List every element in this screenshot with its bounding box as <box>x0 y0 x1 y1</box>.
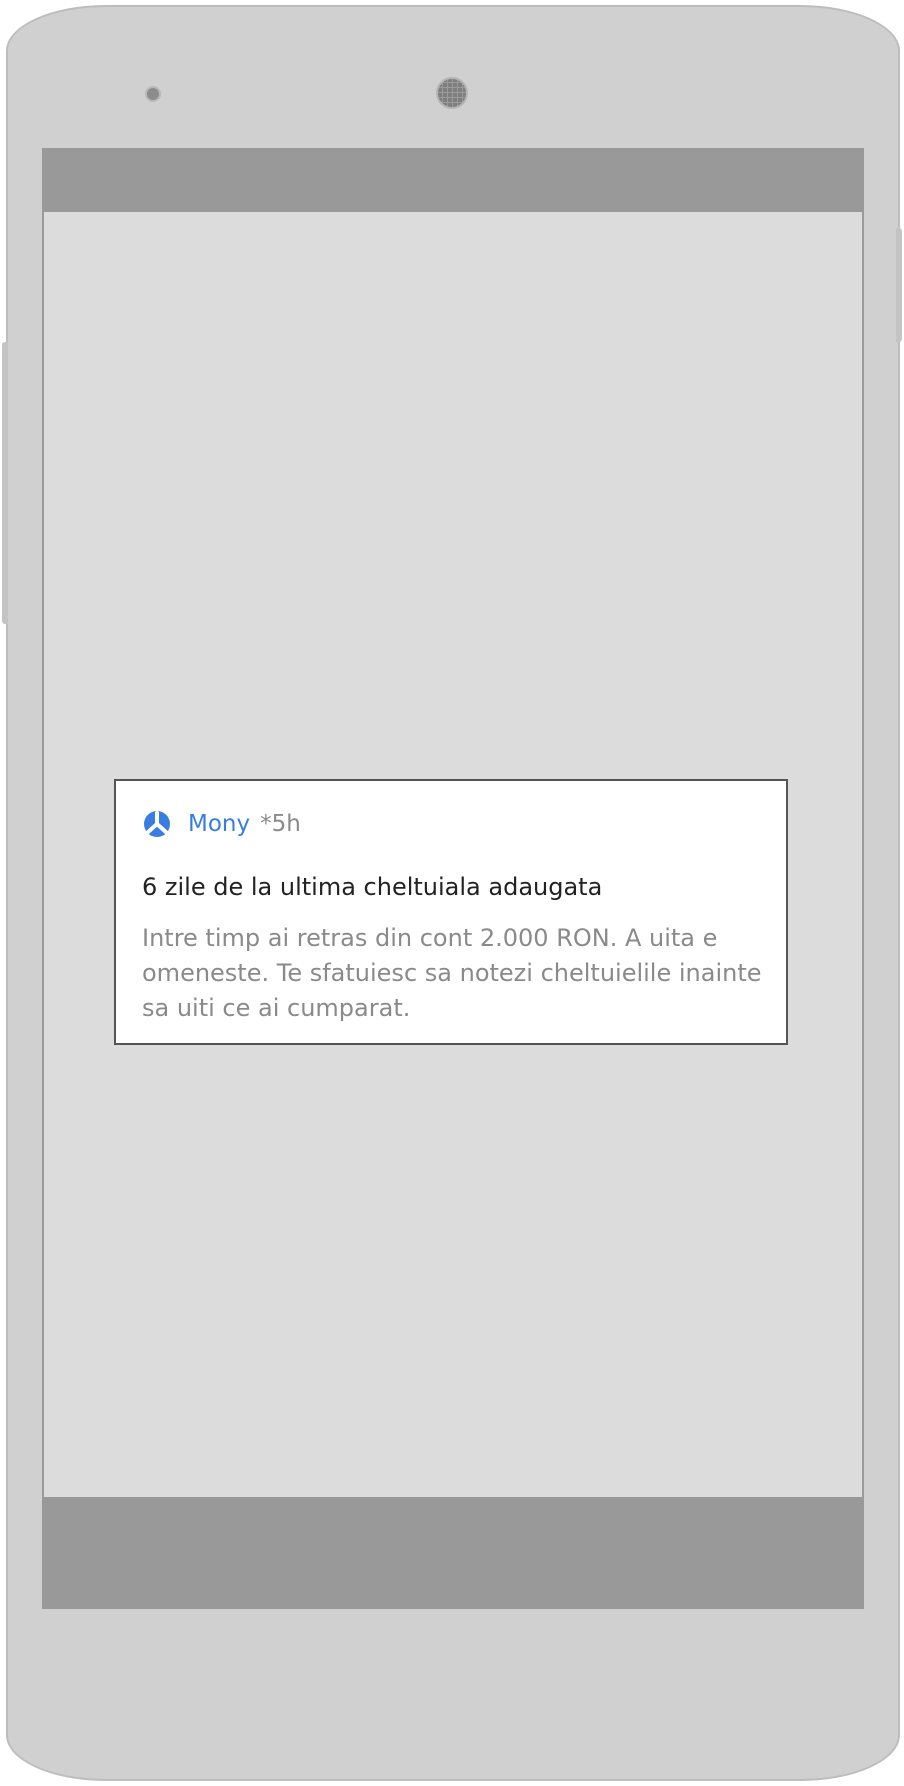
power-button[interactable] <box>896 228 902 342</box>
notification-title: 6 zile de la ultima cheltuiala adaugata <box>142 873 603 901</box>
notification-card[interactable]: Mony *5h 6 zile de la ultima cheltuiala … <box>114 779 788 1045</box>
app-name: Mony <box>188 811 251 837</box>
status-bar <box>42 148 864 212</box>
front-camera <box>436 77 468 109</box>
notification-time: *5h <box>260 811 301 837</box>
notification-body: Intre timp ai retras din cont 2.000 RON.… <box>142 924 762 1022</box>
navigation-bar <box>42 1497 864 1609</box>
proximity-sensor <box>145 86 161 102</box>
notification-header: Mony *5h <box>142 809 301 839</box>
tripod-logo-icon <box>144 811 170 837</box>
volume-button[interactable] <box>2 342 8 624</box>
